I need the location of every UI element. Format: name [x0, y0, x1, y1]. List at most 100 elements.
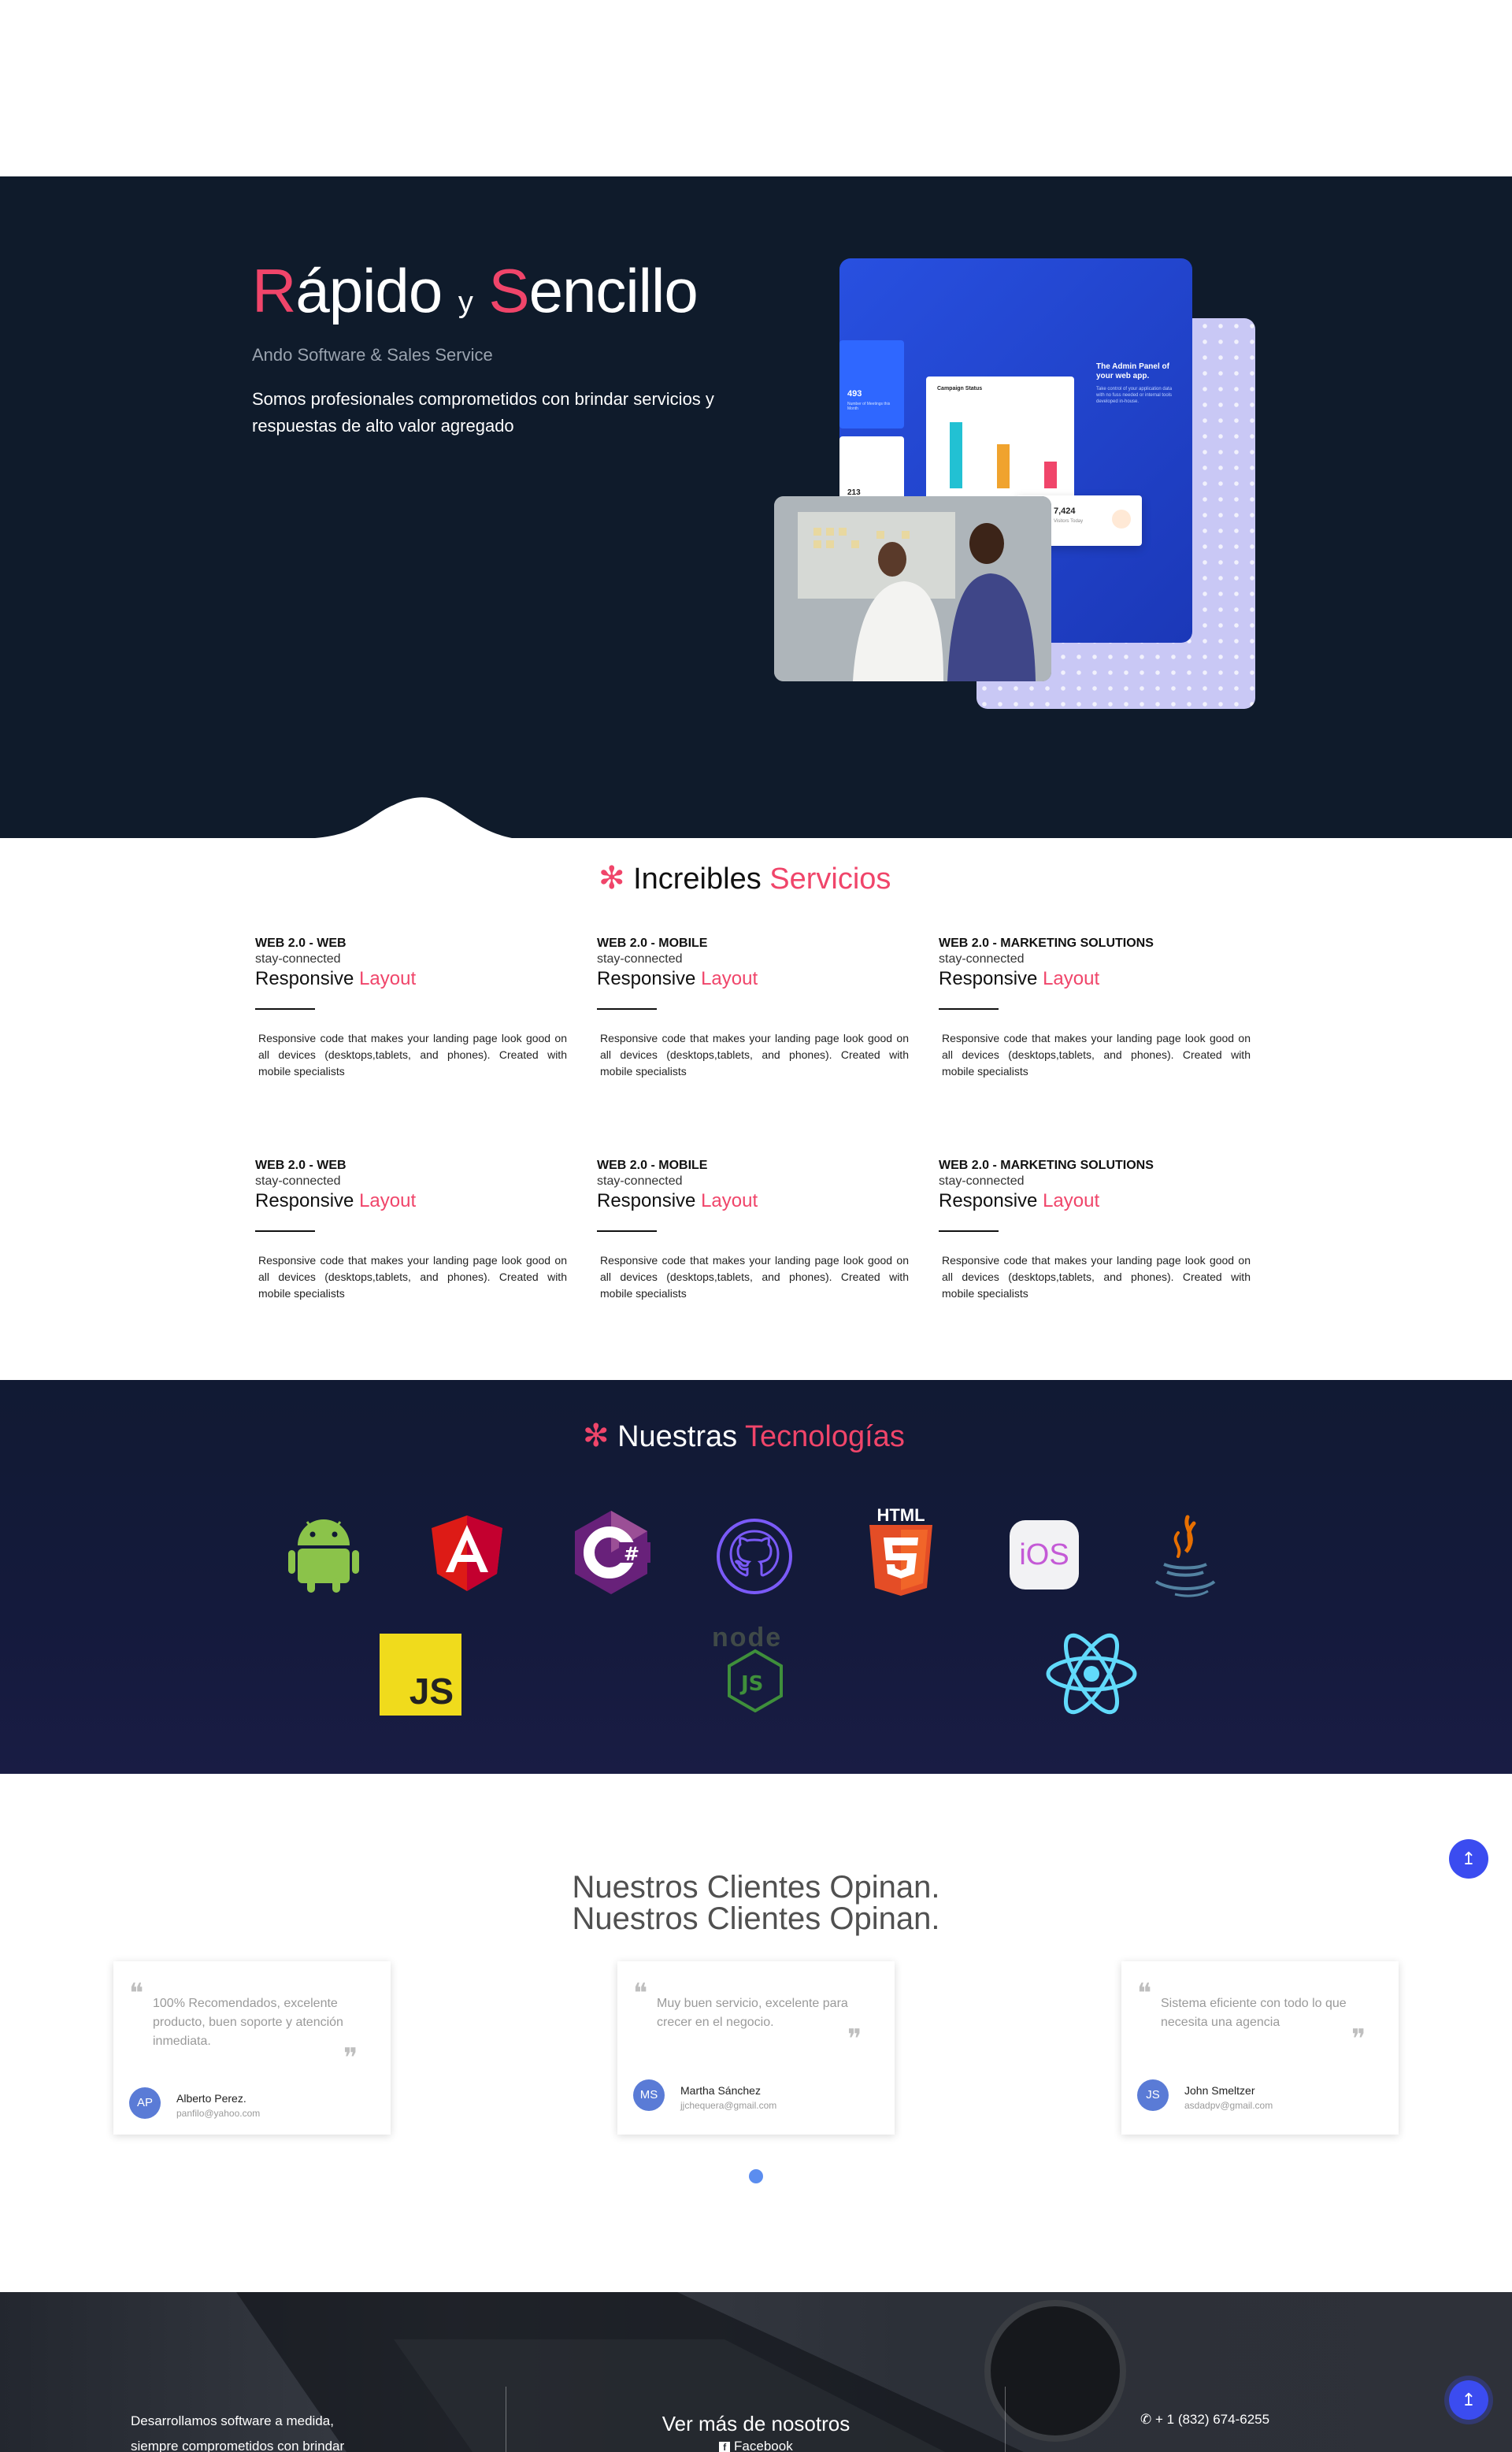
service-description: Responsive code that makes your landing … — [600, 1032, 909, 1078]
whatsapp-icon: ✆ — [1140, 2412, 1152, 2427]
team-photo — [774, 496, 1051, 681]
service-image-alt: stay-connected — [939, 1174, 1025, 1188]
testimonial-card: ❝ Sistema eficiente con todo lo que nece… — [1121, 1961, 1399, 2135]
technologies-section: ✻ Nuestras Tecnologías # HTML iOS JS nod… — [0, 1380, 1512, 1774]
clients-title-repeat: Nuestros Clientes Opinan. — [572, 1901, 940, 1936]
hero-title-r: R — [252, 256, 296, 325]
campaign-status-chart: Campaign Status — [926, 377, 1074, 504]
testimonial-card: ❝ Muy buen servicio, excelente para crec… — [617, 1961, 895, 2135]
hero-title-y: y — [458, 286, 473, 319]
footer-phone[interactable]: ✆ + 1 (832) 674-6255 — [1140, 2412, 1269, 2428]
service-title: Responsive Layout — [255, 1190, 417, 1211]
asterisk-icon: ✻ — [598, 861, 625, 896]
orange-dot-icon — [1112, 510, 1131, 529]
testimonial-text: 100% Recomendados, excelente producto, b… — [153, 1997, 343, 2048]
services-title: ✻ Increibles Servicios — [598, 860, 891, 896]
testimonial-text: Sistema eficiente con todo lo que necesi… — [1161, 1997, 1347, 2029]
avatar: JS — [1137, 2079, 1169, 2111]
service-image-alt: stay-connected — [597, 952, 683, 966]
testimonial-name: Martha Sánchez — [680, 2084, 761, 2097]
hero-wave-divider — [0, 797, 1512, 838]
quote-close-icon: ❞ — [1351, 2024, 1366, 2055]
carousel-dot[interactable] — [749, 2169, 763, 2183]
service-image-alt: stay-connected — [597, 1174, 683, 1188]
svg-text:#: # — [624, 1543, 639, 1565]
hero-title-part1: ápido — [295, 256, 443, 325]
quote-close-icon: ❞ — [343, 2042, 358, 2074]
service-divider — [597, 1230, 657, 1232]
technologies-title-b: Tecnologías — [745, 1420, 905, 1453]
service-title: Responsive Layout — [255, 968, 417, 989]
testimonial-email: asdadpv@gmail.com — [1184, 2100, 1273, 2111]
facebook-icon: f — [719, 2442, 731, 2452]
testimonial-card: ❝ 100% Recomendados, excelente producto,… — [113, 1961, 391, 2135]
hero-section: Rápido y Sencillo Ando Software & Sales … — [0, 176, 1512, 838]
csharp-icon: # — [575, 1511, 650, 1594]
testimonial-email: jjchequera@gmail.com — [680, 2100, 777, 2111]
testimonial-text: Muy buen servicio, excelente para crecer… — [657, 1997, 848, 2029]
service-description: Responsive code that makes your landing … — [258, 1254, 567, 1300]
clients-title: Nuestros Clientes Opinan. — [572, 1870, 940, 1905]
service-divider — [255, 1230, 315, 1232]
phone-label: + 1 (832) 674-6255 — [1154, 2412, 1270, 2427]
ios-icon: iOS — [1010, 1520, 1079, 1590]
java-icon — [1154, 1515, 1216, 1597]
hero-title-s: S — [488, 256, 530, 325]
service-card: WEB 2.0 - MARKETING SOLUTIONS stay-conne… — [939, 936, 1254, 1080]
service-description: Responsive code that makes your landing … — [942, 1254, 1251, 1300]
nodejs-icon: node JS — [707, 1623, 805, 1723]
footer-about-line: Desarrollamos software a medida, — [131, 2413, 334, 2428]
service-divider — [939, 1008, 999, 1010]
service-card: WEB 2.0 - MOBILE stay-connected Responsi… — [597, 936, 912, 1080]
stat-value: 7,424 — [1054, 506, 1076, 516]
service-image-alt: stay-connected — [255, 952, 341, 966]
chart-bar — [997, 444, 1010, 488]
service-card: WEB 2.0 - WEB stay-connected Responsive … — [255, 1158, 570, 1302]
testimonial-name: John Smeltzer — [1184, 2084, 1255, 2097]
hero-subtitle: Ando Software & Sales Service — [252, 345, 493, 365]
hero-title-part2: encillo — [528, 256, 699, 325]
footer: Desarrollamos software a medida, siempre… — [0, 2292, 1512, 2452]
angular-icon — [432, 1515, 502, 1591]
quote-close-icon: ❞ — [847, 2024, 862, 2055]
service-description: Responsive code that makes your landing … — [258, 1032, 567, 1078]
stat-label: Visitors Today — [1054, 519, 1084, 524]
avatar: AP — [129, 2087, 161, 2119]
service-category: WEB 2.0 - MARKETING SOLUTIONS — [939, 937, 1154, 950]
technologies-title: ✻ Nuestras Tecnologías — [583, 1418, 905, 1454]
footer-about-line: siempre comprometidos con brindar — [131, 2439, 345, 2452]
stat-value: 493 — [847, 389, 862, 399]
html5-icon: HTML — [866, 1506, 936, 1600]
technologies-title-a: Nuestras — [617, 1420, 738, 1453]
footer-divider — [1005, 2387, 1006, 2452]
quote-open-icon: ❝ — [633, 1978, 648, 2009]
testimonial-email: panfilo@yahoo.com — [176, 2108, 261, 2119]
service-divider — [597, 1008, 657, 1010]
service-card: WEB 2.0 - MOBILE stay-connected Responsi… — [597, 1158, 912, 1302]
github-icon — [717, 1519, 792, 1594]
service-divider — [255, 1008, 315, 1010]
service-title: Responsive Layout — [939, 1190, 1100, 1211]
panel-text: Take control of your application data wi… — [1096, 387, 1173, 404]
service-divider — [939, 1230, 999, 1232]
facebook-link[interactable]: f Facebook — [551, 2439, 961, 2452]
service-category: WEB 2.0 - MOBILE — [597, 1159, 708, 1172]
footer-about: Desarrollamos software a medida, siempre… — [131, 2409, 344, 2452]
service-title: Responsive Layout — [597, 968, 758, 989]
avatar: MS — [633, 2079, 665, 2111]
hero-title: Rápido y Sencillo — [252, 260, 699, 321]
service-title: Responsive Layout — [939, 968, 1100, 989]
service-description: Responsive code that makes your landing … — [942, 1032, 1251, 1078]
service-category: WEB 2.0 - MARKETING SOLUTIONS — [939, 1159, 1154, 1172]
quote-open-icon: ❝ — [129, 1978, 144, 2009]
scroll-top-button-footer[interactable]: ↥ — [1449, 2380, 1488, 2420]
javascript-icon: JS — [380, 1634, 461, 1716]
facebook-label: Facebook — [734, 2439, 793, 2452]
service-category: WEB 2.0 - WEB — [255, 937, 346, 950]
service-image-alt: stay-connected — [939, 952, 1025, 966]
chart-bar — [950, 422, 962, 488]
service-card: WEB 2.0 - WEB stay-connected Responsive … — [255, 936, 570, 1080]
android-icon — [288, 1519, 359, 1593]
services-title-b: Servicios — [769, 862, 891, 896]
service-title: Responsive Layout — [597, 1190, 758, 1211]
